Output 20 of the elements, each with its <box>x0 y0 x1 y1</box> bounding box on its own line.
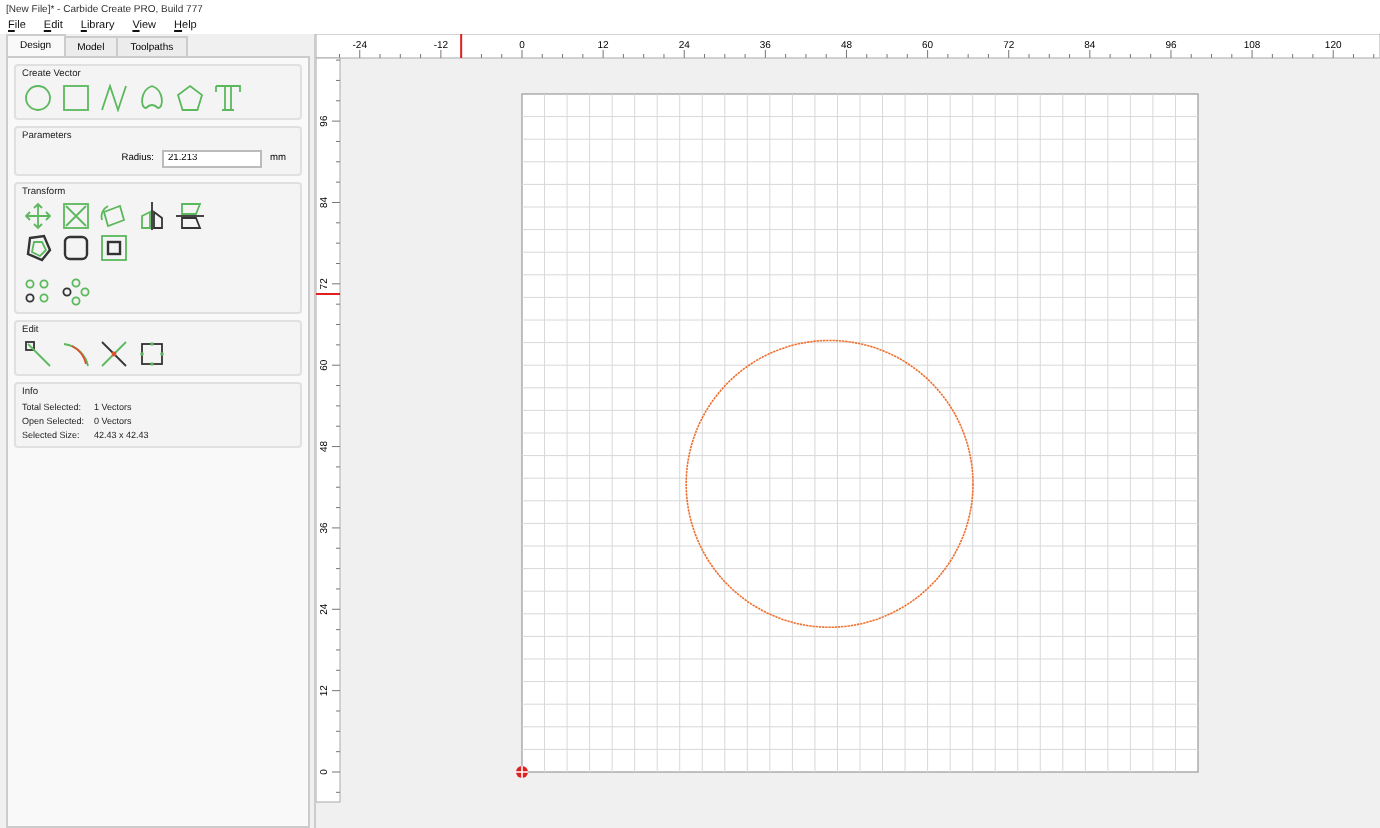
circular-array-icon[interactable] <box>62 278 90 306</box>
curve-icon[interactable] <box>100 84 128 112</box>
circle-icon[interactable] <box>24 84 52 112</box>
node-edit-icon[interactable] <box>24 340 52 368</box>
bounding-box-icon[interactable] <box>138 340 166 368</box>
ruler-marker <box>316 293 341 295</box>
fillet-icon[interactable] <box>62 340 90 368</box>
text-icon[interactable] <box>214 84 242 112</box>
align-icon[interactable] <box>100 234 128 262</box>
square-icon[interactable] <box>62 84 90 112</box>
ruler-marker <box>460 34 463 59</box>
rounded-shape-icon[interactable] <box>138 84 166 112</box>
offset-icon[interactable] <box>24 234 52 262</box>
trim-icon[interactable] <box>100 340 128 368</box>
mirror-icon[interactable] <box>138 202 166 230</box>
origin-icon <box>515 765 529 779</box>
grid-array-icon[interactable] <box>24 278 52 306</box>
pentagon-icon[interactable] <box>176 84 204 112</box>
mirror-vertical-icon[interactable] <box>176 202 204 230</box>
rounded-square-icon[interactable] <box>62 234 90 262</box>
